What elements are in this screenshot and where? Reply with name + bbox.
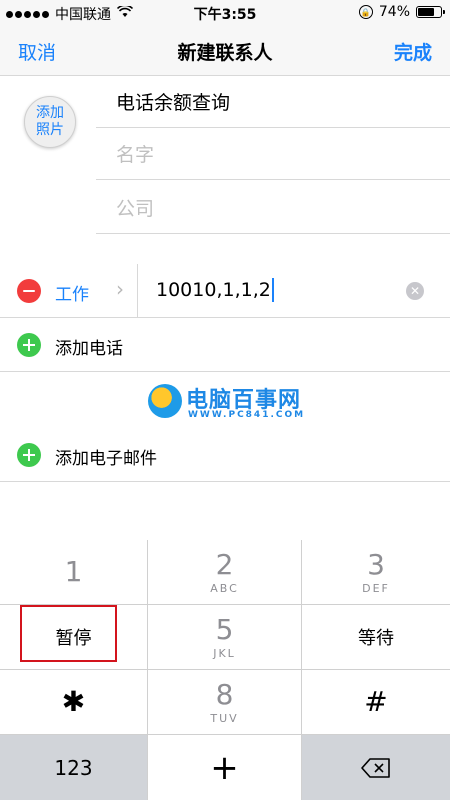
hash-key[interactable]: # [302,670,450,735]
phone-label-button[interactable]: 工作 [55,280,89,305]
status-bar: 中国联通 下午3:55 🔒 74% [0,0,450,26]
add-email-row[interactable]: 添加电子邮件 [0,428,450,482]
clear-icon[interactable]: ✕ [406,282,424,300]
key-3-label: 3 [367,547,385,581]
numbers-toggle-key[interactable]: 123 [0,735,148,800]
numbers-toggle-label: 123 [54,755,93,780]
add-phone-row[interactable]: 添加电话 [0,318,450,372]
key-5[interactable]: 5 JKL [148,605,302,670]
status-right: 🔒 74% [358,4,445,20]
rotation-lock-icon: 🔒 [358,5,373,19]
page-title: 新建联系人 [177,42,273,64]
highlight-box [20,605,117,662]
add-email-label: 添加电子邮件 [55,449,157,469]
battery-fill [418,8,435,16]
battery-percent: 74% [378,4,410,20]
add-photo-label-2: 照片 [36,122,64,138]
remove-phone-button[interactable] [17,279,41,303]
divider [137,264,138,318]
done-button[interactable]: 完成 [394,38,432,65]
key-8-letters: TUV [210,711,239,725]
hash-label: # [364,685,388,718]
backspace-key[interactable] [302,735,450,800]
phone-row: 工作 › 10010,1,1,2 ✕ [0,264,450,318]
key-3[interactable]: 3 DEF [302,540,450,605]
key-5-letters: JKL [213,646,236,660]
key-1-label: 1 [64,555,83,588]
key-1[interactable]: 1 [0,540,148,605]
backspace-icon [361,757,391,778]
chevron-right-icon[interactable]: › [116,277,124,301]
add-email-icon[interactable] [17,443,41,467]
plus-key[interactable]: + [148,735,302,800]
nav-bar: 取消 新建联系人 完成 [0,26,450,76]
phone-number-input[interactable]: 10010,1,1,2 [156,278,274,302]
key-2-letters: ABC [210,581,239,595]
key-2-label: 2 [215,547,234,581]
key-8[interactable]: 8 TUV [148,670,302,735]
key-8-label: 8 [215,677,234,711]
key-5-label: 5 [215,612,234,646]
wait-label: 等待 [358,628,394,649]
add-phone-label: 添加电话 [55,339,123,359]
dial-keypad: 1 2 ABC 3 DEF 暂停 5 JKL 等待 ✱ 8 TUV # 123 … [0,540,450,800]
watermark-logo-icon [148,384,182,418]
add-photo-label-1: 添加 [36,105,64,121]
add-phone-icon[interactable] [17,333,41,357]
star-label: ✱ [61,685,86,718]
first-name-field[interactable]: 电话余额查询 [96,76,450,128]
wait-key[interactable]: 等待 [302,605,450,670]
key-2[interactable]: 2 ABC [148,540,302,605]
watermark-url: WWW.PC841.COM [188,410,306,420]
phone-number-text: 10010,1,1,2 [156,279,271,301]
text-caret [271,278,274,302]
battery-icon [416,6,445,18]
watermark: 电脑百事网 WWW.PC841.COM [140,378,320,430]
star-key[interactable]: ✱ [0,670,148,735]
name-field[interactable]: 名字 [96,128,450,180]
plus-label: + [210,747,239,788]
company-field[interactable]: 公司 [96,182,450,234]
add-photo-button[interactable]: 添加 照片 [24,96,76,148]
key-3-letters: DEF [362,581,390,595]
